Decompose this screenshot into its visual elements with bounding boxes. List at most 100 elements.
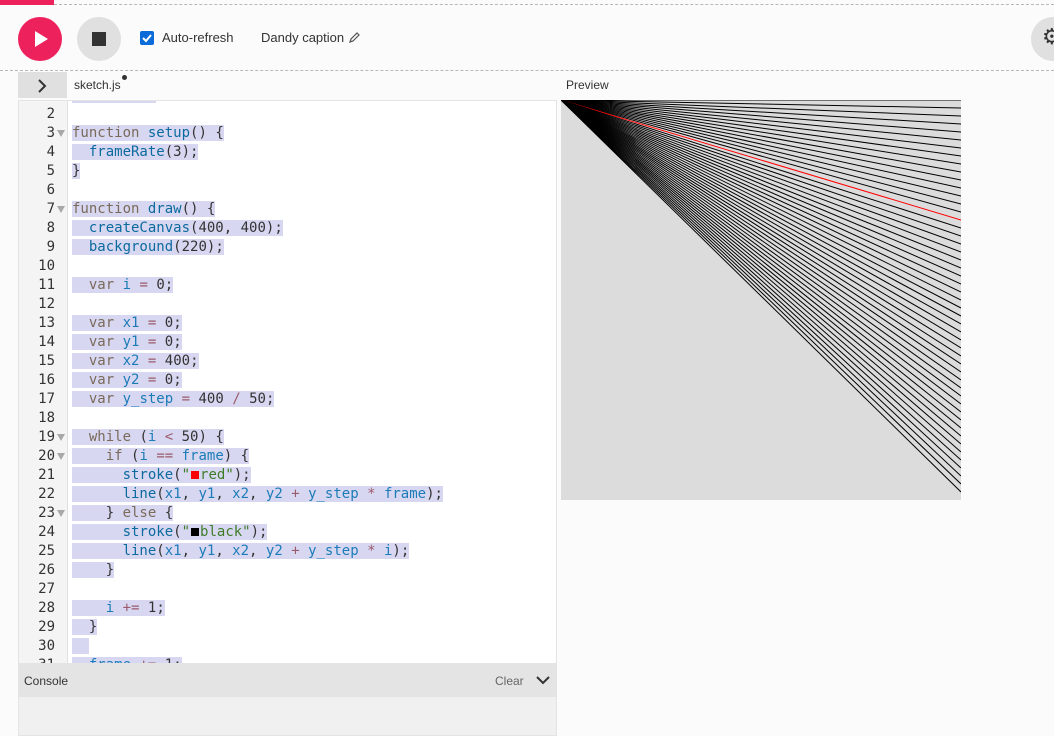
code-editor[interactable]: 1frame = 0;23function setup() {4 frameRa…: [18, 100, 557, 664]
code-line[interactable]: 24 stroke(" black");: [19, 523, 556, 542]
preview-line: [561, 100, 961, 493]
preview-canvas[interactable]: [561, 100, 961, 500]
preview-drawing: [561, 100, 961, 493]
line-number: 10: [38, 258, 55, 274]
code-lines: 1frame = 0;23function setup() {4 frameRa…: [19, 101, 556, 663]
code-text: frameRate(3);: [72, 143, 199, 162]
code-text: [72, 637, 89, 656]
code-text: var y_step = 400 / 50;: [72, 390, 275, 409]
code-text: while (i < 50) {: [72, 428, 224, 447]
code-line[interactable]: 31 frame += 1;: [19, 656, 556, 663]
expand-sidebar-button[interactable]: [18, 72, 67, 98]
chevron-right-icon: [38, 79, 47, 93]
autorefresh-label: Auto-refresh: [162, 30, 234, 45]
code-line[interactable]: 15 var x2 = 400;: [19, 352, 556, 371]
autorefresh-toggle[interactable]: Auto-refresh: [140, 30, 234, 45]
settings-button[interactable]: ⚙: [1031, 17, 1054, 61]
sketch-caption[interactable]: Dandy caption: [261, 30, 360, 45]
fold-arrow-icon[interactable]: [57, 453, 65, 460]
fold-arrow-icon[interactable]: [57, 130, 65, 137]
code-text: function draw() {: [72, 201, 216, 217]
console-clear-button[interactable]: Clear: [495, 674, 524, 688]
code-line[interactable]: 16 var y2 = 0;: [19, 371, 556, 390]
code-text: frame += 1;: [72, 656, 182, 663]
autorefresh-checkbox[interactable]: [140, 30, 154, 45]
chevron-down-icon[interactable]: [536, 675, 550, 685]
line-number: 13: [38, 315, 55, 331]
code-text: background(220);: [72, 238, 224, 257]
line-number: 20: [38, 448, 55, 464]
line-number: 2: [46, 106, 55, 122]
fold-arrow-icon[interactable]: [57, 206, 65, 213]
preview-line: [561, 100, 961, 453]
preview-line: [561, 100, 961, 437]
code-line[interactable]: 5}: [19, 162, 556, 181]
line-number: 30: [38, 638, 55, 654]
console-output: [18, 696, 557, 736]
stop-button[interactable]: [77, 17, 121, 61]
code-line[interactable]: 25 line(x1, y1, x2, y2 + y_step * i);: [19, 542, 556, 561]
code-line[interactable]: 12: [19, 295, 556, 314]
code-text: } else {: [72, 505, 174, 521]
caption-text: Dandy caption: [261, 30, 345, 45]
code-line[interactable]: 14 var y1 = 0;: [19, 333, 556, 352]
play-icon: [35, 31, 48, 47]
toolbar-divider: [0, 70, 1054, 71]
line-number: 28: [38, 600, 55, 616]
code-line[interactable]: 4 frameRate(3);: [19, 143, 556, 162]
code-line[interactable]: 22 line(x1, y1, x2, y2 + y_step * frame)…: [19, 485, 556, 504]
code-line[interactable]: 23 } else {: [19, 504, 556, 523]
preview-line: [561, 100, 961, 229]
code-line[interactable]: 8 createCanvas(400, 400);: [19, 219, 556, 238]
code-line[interactable]: 3 function setup() {: [19, 124, 556, 143]
code-text: var i = 0;: [72, 276, 174, 295]
line-number: 25: [38, 543, 55, 559]
code-text: createCanvas(400, 400);: [72, 219, 283, 238]
code-line[interactable]: 19 while (i < 50) {: [19, 428, 556, 447]
code-line[interactable]: 11 var i = 0;: [19, 276, 556, 295]
line-number: 11: [38, 277, 55, 293]
code-text: if (i == frame) {: [72, 447, 250, 466]
code-line[interactable]: 18: [19, 409, 556, 428]
code-text: var x2 = 400;: [72, 352, 199, 371]
code-text: var y2 = 0;: [72, 371, 182, 390]
code-line[interactable]: 20 if (i == frame) {: [19, 447, 556, 466]
tab-sketch-js[interactable]: sketch.js: [74, 75, 127, 92]
code-line[interactable]: 7 function draw() {: [19, 200, 556, 219]
line-number: 27: [38, 581, 55, 597]
checkmark-icon: [142, 33, 152, 42]
line-number: 23: [38, 505, 55, 521]
line-number: 3: [46, 125, 55, 141]
code-text: }: [72, 562, 115, 578]
code-line[interactable]: 28 i += 1;: [19, 599, 556, 618]
code-text: stroke(" red");: [72, 466, 251, 485]
pencil-icon[interactable]: [349, 32, 360, 43]
code-line[interactable]: 10: [19, 257, 556, 276]
code-text: stroke(" black");: [72, 523, 268, 542]
code-text: }: [72, 619, 98, 635]
play-button[interactable]: [18, 17, 62, 61]
line-number: 9: [46, 239, 55, 255]
code-line[interactable]: 2: [19, 105, 556, 124]
console-title: Console: [24, 674, 69, 688]
code-line[interactable]: 17 var y_step = 400 / 50;: [19, 390, 556, 409]
preview-line: [561, 100, 961, 357]
code-line[interactable]: 26 }: [19, 561, 556, 580]
stop-icon: [92, 32, 106, 46]
code-line[interactable]: 13 var x1 = 0;: [19, 314, 556, 333]
line-number: 29: [38, 619, 55, 635]
code-line[interactable]: 21 stroke(" red");: [19, 466, 556, 485]
gear-icon: ⚙: [1042, 25, 1054, 50]
code-line[interactable]: 9 background(220);: [19, 238, 556, 257]
code-line[interactable]: 6: [19, 181, 556, 200]
preview-line: [561, 100, 961, 269]
code-line[interactable]: 30: [19, 637, 556, 656]
code-line[interactable]: 29 }: [19, 618, 556, 637]
fold-arrow-icon[interactable]: [57, 434, 65, 441]
preview-line: [561, 100, 961, 293]
highlight-line: [561, 100, 961, 221]
preview-line: [561, 100, 961, 301]
console-bar: Console Clear: [18, 664, 557, 696]
code-line[interactable]: 27: [19, 580, 556, 599]
fold-arrow-icon[interactable]: [57, 510, 65, 517]
